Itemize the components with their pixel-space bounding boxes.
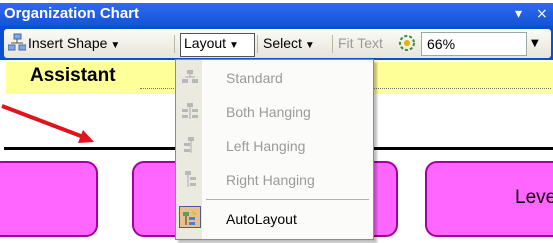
zoom-icon: [399, 35, 415, 51]
toolbar-separator: [257, 35, 258, 53]
menu-item-autolayout[interactable]: AutoLayout: [176, 203, 373, 235]
menu-item-label: Left Hanging: [226, 138, 306, 154]
chevron-down-icon: ▼: [110, 40, 121, 51]
insert-shape-icon: [8, 33, 26, 51]
menu-item-standard[interactable]: Standard: [176, 62, 373, 94]
layout-dropdown-menu: Standard Both Hanging Left Hanging Right…: [175, 59, 374, 240]
autolayout-icon: [183, 211, 197, 225]
menu-item-label: AutoLayout: [226, 211, 297, 227]
close-icon[interactable]: ×: [536, 6, 548, 22]
layout-button[interactable]: Layout ▼: [184, 35, 239, 51]
standard-layout-icon: [182, 70, 198, 83]
menu-item-label: Standard: [226, 70, 283, 86]
menu-item-right-hanging[interactable]: Right Hanging: [176, 164, 373, 196]
chevron-down-icon: ▼: [229, 40, 239, 51]
menu-item-label: Right Hanging: [226, 172, 315, 188]
toolbar-row: Insert Shape ▼ Layout ▼ Select ▼ Fit Text 6…: [4, 29, 551, 58]
both-hanging-icon: [182, 103, 198, 119]
layout-label: Layout: [184, 35, 227, 51]
right-hanging-icon: [185, 171, 196, 187]
menu-item-left-hanging[interactable]: Left Hanging: [176, 130, 373, 162]
toolbar-options-icon[interactable]: ▾: [515, 6, 522, 22]
toolbar-separator: [332, 35, 333, 53]
insert-shape-label: Insert Shape: [28, 35, 108, 51]
fit-text-button[interactable]: Fit Text: [338, 35, 383, 51]
menu-item-label: Both Hanging: [226, 104, 311, 120]
left-hanging-icon: [184, 137, 194, 153]
menu-item-both-hanging[interactable]: Both Hanging: [176, 96, 373, 128]
select-button[interactable]: Select ▼: [263, 35, 315, 51]
chevron-down-icon[interactable]: ▼: [531, 38, 539, 49]
zoom-combobox[interactable]: 66%: [421, 32, 527, 56]
select-label: Select: [263, 35, 302, 51]
insert-shape-button[interactable]: Insert Shape ▼: [28, 35, 120, 51]
toolbar-titlebar: Organization Chart ▾ ×: [0, 3, 553, 26]
chevron-down-icon: ▼: [304, 40, 315, 51]
toolbar-title: Organization Chart: [4, 5, 140, 22]
zoom-value: 66%: [427, 36, 456, 52]
menu-separator: [206, 199, 369, 200]
toolbar-separator: [174, 35, 175, 53]
